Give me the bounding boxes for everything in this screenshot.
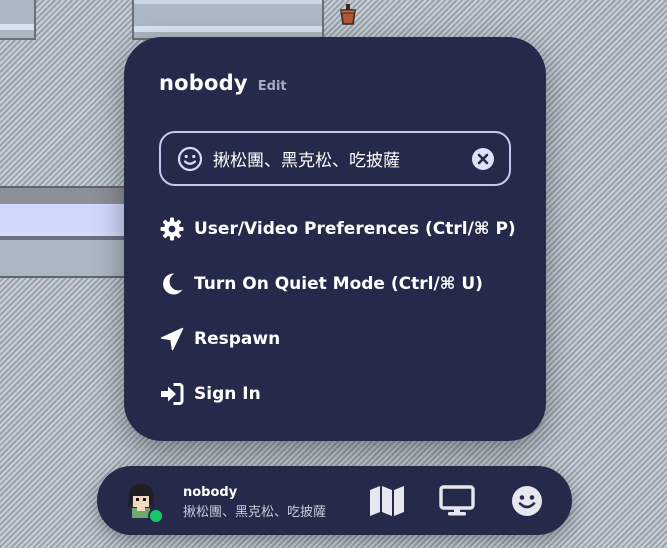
menu-item-label: Respawn xyxy=(194,329,281,349)
status-field[interactable] xyxy=(159,131,511,186)
map-wall-left xyxy=(0,186,130,278)
map-wall-top-left xyxy=(0,0,36,40)
menu-username: nobody xyxy=(159,71,248,95)
menu-item-respawn[interactable]: Respawn xyxy=(159,324,280,354)
location-arrow-icon xyxy=(159,326,185,352)
sign-in-icon xyxy=(159,381,185,407)
smile-icon[interactable] xyxy=(177,146,203,172)
status-input[interactable] xyxy=(213,148,471,169)
screen-share-button[interactable] xyxy=(439,483,475,519)
edit-name-button[interactable]: Edit xyxy=(258,79,287,94)
menu-item-label: User/Video Preferences (Ctrl/⌘ P) xyxy=(194,219,516,239)
menu-item-label: Sign In xyxy=(194,384,261,404)
bar-username: nobody xyxy=(183,485,238,500)
emoji-button[interactable] xyxy=(509,483,545,519)
clear-status-icon[interactable] xyxy=(471,147,495,171)
emoji-icon xyxy=(512,486,542,516)
user-menu-popup: nobody Edit 揪松團、黑克松、吃披薩 User/Video Prefe… xyxy=(124,37,546,441)
menu-item-label: Turn On Quiet Mode (Ctrl/⌘ U) xyxy=(194,274,483,294)
gear-icon xyxy=(159,216,185,242)
screen-share-icon xyxy=(439,485,475,516)
menu-item-preferences[interactable]: User/Video Preferences (Ctrl/⌘ P) xyxy=(159,214,516,244)
menu-item-quiet-mode[interactable]: Turn On Quiet Mode (Ctrl/⌘ U) xyxy=(159,269,483,299)
menu-item-sign-in[interactable]: Sign In xyxy=(159,379,261,409)
menu-header: nobody Edit xyxy=(159,71,287,95)
potted-plant-icon xyxy=(340,4,356,25)
map-icon xyxy=(370,486,404,516)
map-wall-top-center xyxy=(132,0,324,40)
bar-status-text: 揪松團、黑克松、吃披薩 xyxy=(183,505,327,520)
moon-icon xyxy=(159,271,185,297)
map-button[interactable] xyxy=(369,483,405,519)
bottom-bar: nobody 揪松團、黑克松、吃披薩 xyxy=(97,466,572,535)
online-status-dot xyxy=(148,508,164,524)
